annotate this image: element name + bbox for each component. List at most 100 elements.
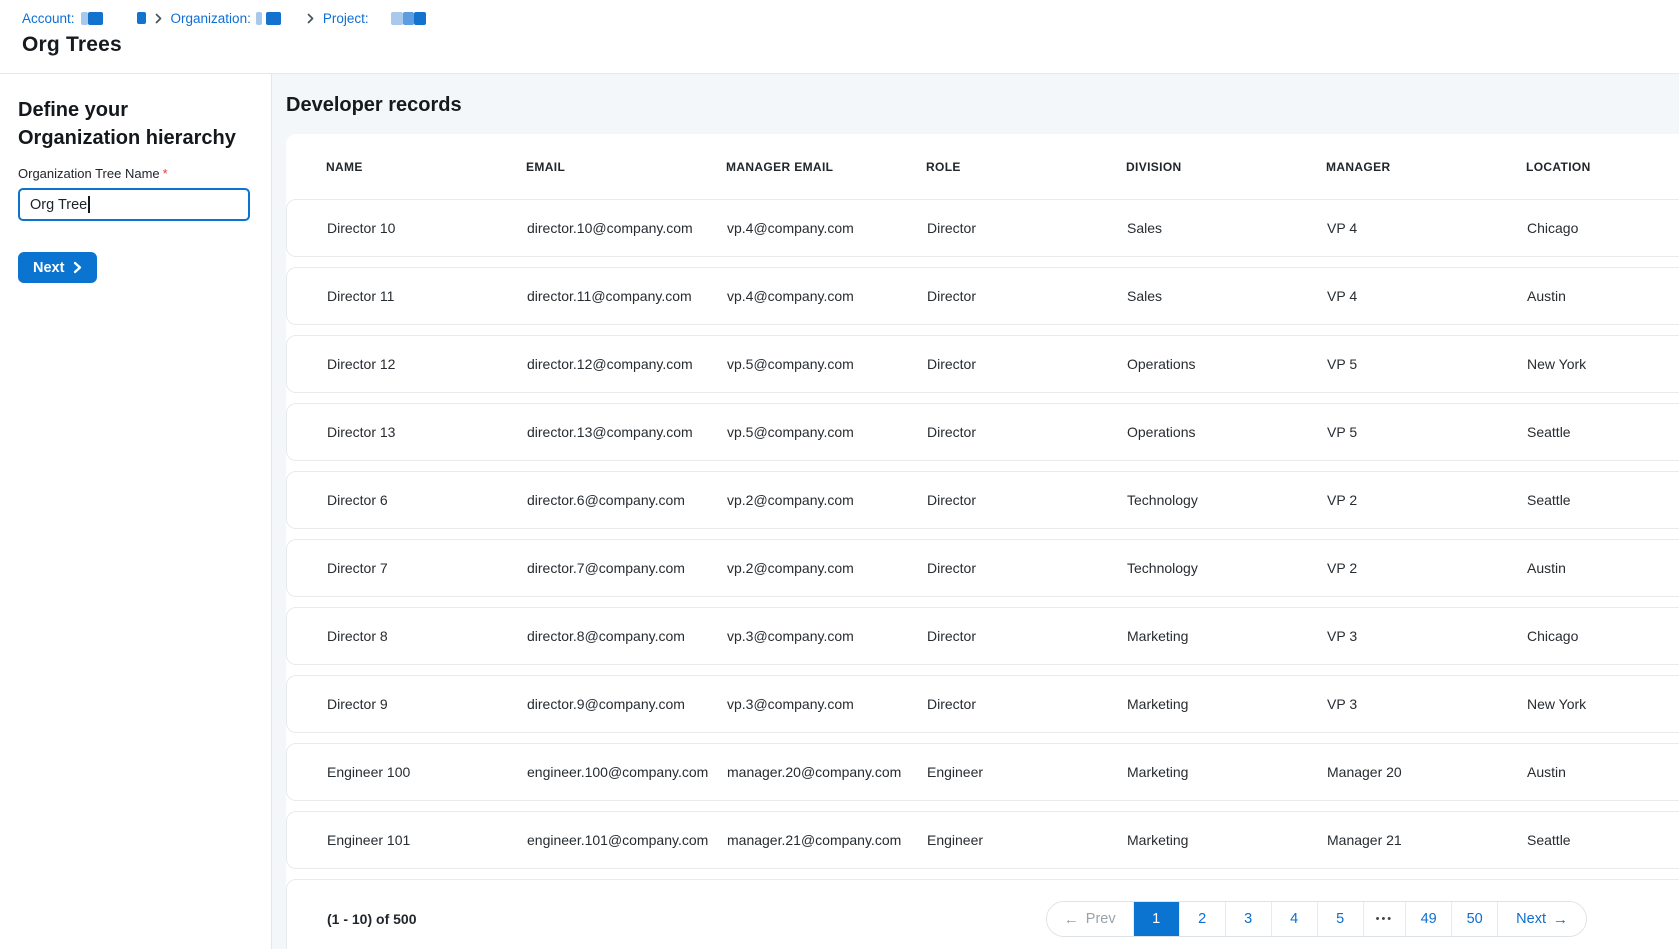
cell-manager: VP 3 [1327, 628, 1527, 644]
org-tree-name-input[interactable]: Org Tree [18, 188, 250, 221]
table-body: Director 10director.10@company.comvp.4@c… [286, 199, 1679, 869]
next-button[interactable]: Next [18, 252, 97, 283]
table-row[interactable]: Director 6director.6@company.comvp.2@com… [286, 471, 1679, 529]
cell-location: Chicago [1527, 628, 1679, 644]
table-row[interactable]: Engineer 100engineer.100@company.commana… [286, 743, 1679, 801]
cell-email: engineer.101@company.com [527, 832, 727, 848]
cell-email: director.8@company.com [527, 628, 727, 644]
table-row[interactable]: Director 8director.8@company.comvp.3@com… [286, 607, 1679, 665]
table-row[interactable]: Director 10director.10@company.comvp.4@c… [286, 199, 1679, 257]
cell-division: Marketing [1127, 628, 1327, 644]
cell-email: director.10@company.com [527, 220, 727, 236]
cell-role: Director [927, 560, 1127, 576]
table-row[interactable]: Director 7director.7@company.comvp.2@com… [286, 539, 1679, 597]
cell-division: Sales [1127, 288, 1327, 304]
redacted-project-value [414, 12, 426, 25]
cell-name: Director 11 [327, 288, 527, 304]
cell-manager: VP 3 [1327, 696, 1527, 712]
cell-division: Marketing [1127, 832, 1327, 848]
cell-name: Director 6 [327, 492, 527, 508]
page-button-1[interactable]: 1 [1133, 902, 1179, 936]
cell-manager: VP 2 [1327, 492, 1527, 508]
cell-manager: Manager 20 [1327, 764, 1527, 780]
redacted-organization-value [256, 12, 262, 25]
cell-role: Director [927, 220, 1127, 236]
table-row[interactable]: Director 9director.9@company.comvp.3@com… [286, 675, 1679, 733]
column-header-name: NAME [326, 160, 526, 174]
redacted-project-value [403, 12, 414, 25]
org-tree-name-label: Organization Tree Name* [18, 166, 253, 181]
cell-location: Austin [1527, 764, 1679, 780]
column-header-division: DIVISION [1126, 160, 1326, 174]
cell-email: director.12@company.com [527, 356, 727, 372]
org-tree-name-value: Org Tree [30, 197, 87, 213]
cell-email: director.13@company.com [527, 424, 727, 440]
redacted-project-value [391, 12, 403, 25]
page-title: Org Trees [22, 33, 1679, 57]
cell-email: director.9@company.com [527, 696, 727, 712]
cell-manager_email: vp.2@company.com [727, 492, 927, 508]
prev-page-button[interactable]: ← Prev [1047, 902, 1133, 936]
cell-email: director.11@company.com [527, 288, 727, 304]
cell-name: Director 8 [327, 628, 527, 644]
cell-name: Director 9 [327, 696, 527, 712]
redacted-account-value [137, 12, 146, 24]
cell-manager_email: manager.20@company.com [727, 764, 927, 780]
cell-role: Engineer [927, 764, 1127, 780]
chevron-right-icon [307, 13, 314, 24]
cell-email: engineer.100@company.com [527, 764, 727, 780]
redacted-account-value [81, 12, 88, 25]
chevron-right-icon [155, 13, 162, 24]
text-cursor [88, 196, 90, 213]
sidebar-heading-line1: Define your [18, 99, 128, 121]
cell-manager_email: vp.5@company.com [727, 424, 927, 440]
cell-name: Director 12 [327, 356, 527, 372]
cell-manager_email: vp.4@company.com [727, 220, 927, 236]
developer-records-table: NAMEEMAILMANAGER EMAILROLEDIVISIONMANAGE… [286, 134, 1679, 949]
cell-manager: VP 4 [1327, 288, 1527, 304]
cell-name: Director 10 [327, 220, 527, 236]
breadcrumb-project-link[interactable]: Project: [323, 11, 369, 26]
table-row[interactable]: Engineer 101engineer.101@company.commana… [286, 811, 1679, 869]
arrow-left-icon: ← [1064, 911, 1079, 928]
column-header-location: LOCATION [1526, 160, 1679, 174]
page-button-3[interactable]: 3 [1225, 902, 1271, 936]
cell-role: Engineer [927, 832, 1127, 848]
table-header-row: NAMEEMAILMANAGER EMAILROLEDIVISIONMANAGE… [286, 134, 1679, 199]
page-button-2[interactable]: 2 [1179, 902, 1225, 936]
page-ellipsis: ••• [1363, 902, 1406, 936]
table-row[interactable]: Director 13director.13@company.comvp.5@c… [286, 403, 1679, 461]
cell-manager_email: manager.21@company.com [727, 832, 927, 848]
arrow-right-icon: → [1553, 911, 1568, 928]
cell-email: director.6@company.com [527, 492, 727, 508]
cell-location: Seattle [1527, 492, 1679, 508]
breadcrumb-organization-link[interactable]: Organization: [171, 11, 251, 26]
cell-manager_email: vp.4@company.com [727, 288, 927, 304]
next-page-button[interactable]: Next → [1497, 902, 1586, 936]
cell-role: Director [927, 356, 1127, 372]
cell-role: Director [927, 628, 1127, 644]
cell-division: Operations [1127, 356, 1327, 372]
page-button-5[interactable]: 5 [1317, 902, 1363, 936]
column-header-manager_email: MANAGER EMAIL [726, 160, 926, 174]
column-header-role: ROLE [926, 160, 1126, 174]
cell-name: Director 13 [327, 424, 527, 440]
table-row[interactable]: Director 11director.11@company.comvp.4@c… [286, 267, 1679, 325]
cell-manager: VP 4 [1327, 220, 1527, 236]
cell-role: Director [927, 696, 1127, 712]
breadcrumb-account-link[interactable]: Account: [22, 11, 75, 26]
redacted-account-value [88, 12, 103, 25]
column-header-manager: MANAGER [1326, 160, 1526, 174]
page-button-49[interactable]: 49 [1405, 902, 1451, 936]
cell-division: Marketing [1127, 764, 1327, 780]
page-header: Account: Organization: Project: Org Tree… [0, 0, 1679, 74]
table-row[interactable]: Director 12director.12@company.comvp.5@c… [286, 335, 1679, 393]
cell-role: Director [927, 288, 1127, 304]
pagination-range-text: (1 - 10) of 500 [327, 901, 416, 937]
page-button-4[interactable]: 4 [1271, 902, 1317, 936]
page-button-50[interactable]: 50 [1451, 902, 1497, 936]
cell-manager_email: vp.5@company.com [727, 356, 927, 372]
cell-name: Director 7 [327, 560, 527, 576]
cell-manager: VP 2 [1327, 560, 1527, 576]
breadcrumb: Account: Organization: Project: [22, 9, 1679, 27]
